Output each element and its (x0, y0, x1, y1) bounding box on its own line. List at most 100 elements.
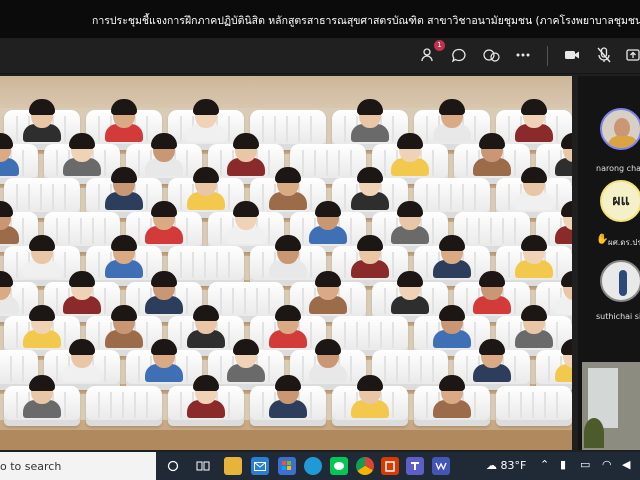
avatar-figure (619, 270, 627, 296)
auditorium-wall (0, 76, 572, 108)
office-icon[interactable] (381, 457, 399, 475)
attendee-hair (521, 99, 547, 115)
attendee-hair (29, 305, 55, 321)
raised-hand-icon: ✋ (596, 234, 609, 245)
react-icon[interactable] (480, 44, 502, 66)
auditorium-scene (0, 76, 572, 450)
weather-widget[interactable]: ☁ 83°F (486, 459, 526, 472)
attendee-hair (233, 201, 259, 217)
line-icon[interactable] (330, 457, 348, 475)
mic-off-icon[interactable] (593, 44, 615, 66)
attendee-hair (29, 99, 55, 115)
attendee-hair (439, 305, 465, 321)
together-mode-gallery (0, 76, 572, 450)
auditorium-seat (168, 246, 244, 286)
attendee-hair (315, 201, 341, 217)
attendee-hair (233, 133, 259, 149)
weather-temperature: 83°F (500, 459, 527, 472)
attendee-hair (315, 339, 341, 355)
attendee-hair (439, 99, 465, 115)
circle-icon[interactable] (164, 457, 182, 475)
people-icon[interactable]: 1 (418, 40, 445, 66)
auditorium-seat (86, 386, 162, 426)
attendee-hair (151, 339, 177, 355)
attendee-hair (111, 99, 137, 115)
attendee-hair (193, 99, 219, 115)
attendee-hair (151, 271, 177, 287)
more-icon[interactable] (512, 44, 534, 66)
people-badge: 1 (434, 40, 445, 51)
taskbar-search-text: o to search (0, 460, 62, 473)
attendee-hair (275, 305, 301, 321)
attendee-hair (151, 201, 177, 217)
attendee-hair (151, 133, 177, 149)
avatar-shirt (608, 136, 638, 148)
app-icon[interactable] (432, 457, 450, 475)
attendee-hair (357, 375, 383, 391)
share-icon[interactable] (622, 44, 640, 66)
participant-name-second: ผศ.ดร.ปร (608, 238, 640, 247)
attendee-hair (397, 201, 423, 217)
attendee-hair (479, 271, 505, 287)
attendee-hair (193, 167, 219, 183)
avatar-face (614, 118, 630, 138)
cloud-icon: ☁ (486, 459, 497, 472)
chat-icon[interactable] (448, 44, 470, 66)
chevron-up-icon[interactable]: ⌃ (540, 458, 549, 471)
attendee-hair (69, 133, 95, 149)
attendee-hair (439, 235, 465, 251)
auditorium-seat (372, 350, 448, 390)
toolbar-divider (547, 46, 548, 66)
attendee-hair (479, 339, 505, 355)
attendee-hair (111, 305, 137, 321)
participant-name-suthichai: suthichai sir (596, 312, 640, 321)
attendee-hair (111, 167, 137, 183)
attendee-hair (275, 375, 301, 391)
attendee-hair (233, 339, 259, 355)
task-view-icon[interactable] (194, 457, 212, 475)
attendee-hair (439, 375, 465, 391)
attendee-hair (275, 235, 301, 251)
attendee-hair (315, 271, 341, 287)
attendee-hair (397, 133, 423, 149)
participant-name-narong: narong chail (596, 164, 640, 173)
participant-avatar-initials[interactable]: ผแ (600, 180, 640, 222)
participant-avatar-suthichai[interactable] (600, 260, 640, 302)
attendee-hair (521, 167, 547, 183)
store-icon[interactable] (278, 457, 296, 475)
title-bar: การประชุมชี้แจงการฝึกภาคปฏิบัตินิสิต หลั… (0, 0, 640, 38)
attendee-hair (111, 235, 137, 251)
video-plant (584, 418, 604, 448)
attendee-hair (357, 99, 383, 115)
participant-avatar-narong[interactable] (600, 108, 640, 150)
wifi-icon[interactable]: ◠ (602, 458, 612, 471)
usb-icon[interactable]: ▮ (560, 458, 566, 471)
windows-taskbar: o to search ☁ 83°F ⌃ ▮ ▭ ◠ ◀ (0, 452, 640, 480)
volume-icon[interactable]: ◀ (622, 458, 630, 471)
attendee-hair (69, 271, 95, 287)
teams-icon[interactable] (406, 457, 424, 475)
attendee-hair (193, 375, 219, 391)
attendee-hair (193, 305, 219, 321)
camera-icon[interactable] (561, 44, 583, 66)
chrome-icon[interactable] (356, 457, 374, 475)
attendee-hair (275, 167, 301, 183)
attendee-hair (69, 339, 95, 355)
auditorium-seat (496, 386, 572, 426)
attendee-hair (357, 235, 383, 251)
battery-icon[interactable]: ▭ (580, 458, 590, 471)
meeting-title: การประชุมชี้แจงการฝึกภาคปฏิบัตินิสิต หลั… (92, 15, 640, 27)
meeting-toolbar: 1 (0, 38, 640, 74)
attendee-hair (479, 133, 505, 149)
edge-icon[interactable] (304, 457, 322, 475)
attendee-hair (521, 305, 547, 321)
attendee-hair (29, 375, 55, 391)
taskbar-search-box[interactable]: o to search (0, 452, 156, 480)
teams-meeting-window: การประชุมชี้แจงการฝึกภาคปฏิบัตินิสิต หลั… (0, 0, 640, 480)
self-video-tile[interactable] (582, 362, 640, 450)
file-explorer-icon[interactable] (224, 457, 242, 475)
attendee-hair (357, 167, 383, 183)
attendee-hair (29, 235, 55, 251)
mail-icon[interactable] (251, 457, 269, 475)
attendee-hair (397, 271, 423, 287)
